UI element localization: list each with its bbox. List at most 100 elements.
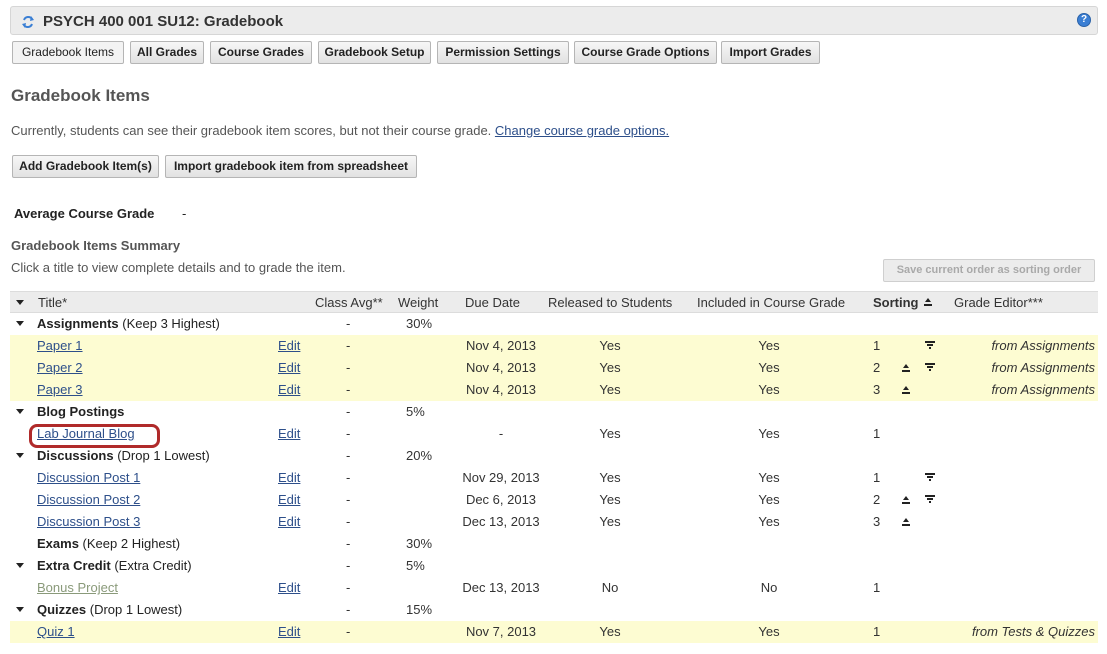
nav-course-grades-button[interactable]: Course Grades [210, 41, 312, 64]
category-label: Discussions (Drop 1 Lowest) [37, 448, 210, 463]
category-weight: 20% [406, 448, 433, 463]
category-class-avg: - [346, 536, 351, 551]
collapse-category-icon[interactable] [16, 321, 24, 326]
sort-ascending-icon[interactable] [923, 296, 933, 308]
item-title-link[interactable]: Paper 3 [37, 382, 83, 397]
item-due-date: Dec 13, 2013 [462, 580, 540, 595]
edit-item-link[interactable]: Edit [278, 338, 300, 353]
edit-item-link[interactable]: Edit [278, 492, 300, 507]
category-row: Assignments (Keep 3 Highest) - 30% [10, 313, 1098, 335]
change-course-grade-options-link[interactable]: Change course grade options. [495, 123, 669, 138]
gradebook-item-row: Paper 2 Edit - Nov 4, 2013 Yes Yes 2 from Assig… [10, 357, 1098, 379]
category-drop-rule: (Keep 2 Highest) [82, 536, 181, 551]
category-row: Exams (Keep 2 Highest) - 30% [10, 533, 1098, 555]
item-title: Paper 2 [37, 360, 83, 375]
col-sorting[interactable]: Sorting [873, 295, 919, 310]
category-label: Extra Credit (Extra Credit) [37, 558, 192, 573]
nav-permission-settings-button[interactable]: Permission Settings [437, 41, 569, 64]
edit-item-link[interactable]: Edit [278, 514, 300, 529]
move-down-icon[interactable] [925, 339, 935, 351]
nav-course-grade-options-button[interactable]: Course Grade Options [574, 41, 717, 64]
item-released: Yes [599, 338, 621, 353]
move-up-icon[interactable] [901, 361, 911, 373]
item-class-avg: - [346, 492, 351, 507]
move-down-icon[interactable] [925, 471, 935, 483]
category-label: Exams (Keep 2 Highest) [37, 536, 180, 551]
item-edit: Edit [278, 382, 300, 397]
collapse-category-icon[interactable] [16, 563, 24, 568]
item-title-link[interactable]: Paper 1 [37, 338, 83, 353]
item-class-avg: - [346, 580, 351, 595]
gradebook-item-row: Bonus Project Edit - Dec 13, 2013 No No 1 [10, 577, 1098, 599]
collapse-category-icon[interactable] [16, 409, 24, 414]
category-row: Discussions (Drop 1 Lowest) - 20% [10, 445, 1098, 467]
item-due-date: Dec 13, 2013 [462, 514, 540, 529]
item-released: No [601, 580, 619, 595]
item-due-date: Nov 7, 2013 [465, 624, 537, 639]
item-included: Yes [758, 382, 780, 397]
category-class-avg: - [346, 558, 351, 573]
move-up-icon[interactable] [901, 515, 911, 527]
item-title: Discussion Post 1 [37, 470, 140, 485]
nav-import-grades-button[interactable]: Import Grades [721, 41, 820, 64]
move-down-icon[interactable] [925, 361, 935, 373]
item-included: Yes [758, 514, 780, 529]
col-grade-editor[interactable]: Grade Editor*** [954, 295, 1043, 310]
category-name: Blog Postings [37, 404, 125, 419]
collapse-category-icon[interactable] [16, 453, 24, 458]
item-edit: Edit [278, 360, 300, 375]
col-released[interactable]: Released to Students [548, 295, 672, 310]
move-down-icon[interactable] [925, 493, 935, 505]
col-weight[interactable]: Weight [398, 295, 438, 310]
nav-gradebook-items-button[interactable]: Gradebook Items [12, 41, 124, 64]
item-title-link[interactable]: Bonus Project [37, 580, 118, 595]
import-from-spreadsheet-button[interactable]: Import gradebook item from spreadsheet [165, 155, 417, 178]
item-included: Yes [758, 338, 780, 353]
item-due-date: Nov 29, 2013 [462, 470, 540, 485]
col-included[interactable]: Included in Course Grade [697, 295, 845, 310]
add-gradebook-item-button[interactable]: Add Gradebook Item(s) [12, 155, 159, 178]
item-title-link[interactable]: Discussion Post 3 [37, 514, 140, 529]
edit-item-link[interactable]: Edit [278, 470, 300, 485]
gradebook-item-row: Discussion Post 3 Edit - Dec 13, 2013 Yes Yes… [10, 511, 1098, 533]
edit-item-link[interactable]: Edit [278, 624, 300, 639]
edit-item-link[interactable]: Edit [278, 360, 300, 375]
gradebook-item-row: Discussion Post 2 Edit - Dec 6, 2013 Yes Yes 2 [10, 489, 1098, 511]
item-class-avg: - [346, 470, 351, 485]
item-title: Paper 1 [37, 338, 83, 353]
item-title-link[interactable]: Discussion Post 2 [37, 492, 140, 507]
edit-item-link[interactable]: Edit [278, 580, 300, 595]
move-up-icon[interactable] [901, 383, 911, 395]
table-header: Title* Class Avg** Weight Due Date Relea… [10, 291, 1098, 313]
collapse-category-icon[interactable] [16, 607, 24, 612]
item-sort-order: 1 [873, 426, 881, 441]
item-class-avg: - [346, 382, 351, 397]
item-title-link[interactable]: Paper 2 [37, 360, 83, 375]
reset-icon[interactable] [21, 15, 35, 29]
item-title: Lab Journal Blog [37, 426, 135, 441]
edit-item-link[interactable]: Edit [278, 426, 300, 441]
item-sort-order: 1 [873, 624, 881, 639]
item-title-link[interactable]: Lab Journal Blog [37, 426, 135, 441]
average-course-grade-value: - [182, 206, 187, 221]
item-included: Yes [758, 492, 780, 507]
nav-gradebook-setup-button[interactable]: Gradebook Setup [318, 41, 431, 64]
col-class-avg[interactable]: Class Avg** [315, 295, 383, 310]
col-title[interactable]: Title* [38, 295, 67, 310]
item-due-date: Dec 6, 2013 [465, 492, 537, 507]
edit-item-link[interactable]: Edit [278, 382, 300, 397]
col-due-date[interactable]: Due Date [465, 295, 520, 310]
item-title-link[interactable]: Discussion Post 1 [37, 470, 140, 485]
collapse-all-icon[interactable] [16, 300, 24, 305]
category-row: Quizzes (Drop 1 Lowest) - 15% [10, 599, 1098, 621]
item-released: Yes [599, 360, 621, 375]
nav-all-grades-button[interactable]: All Grades [130, 41, 204, 64]
item-sort-order: 1 [873, 338, 881, 353]
save-sort-order-button[interactable]: Save current order as sorting order [883, 259, 1095, 282]
item-released: Yes [599, 624, 621, 639]
visibility-notice: Currently, students can see their gradeb… [11, 123, 669, 138]
item-included: Yes [758, 360, 780, 375]
help-icon[interactable]: ? [1077, 13, 1091, 27]
item-title-link[interactable]: Quiz 1 [37, 624, 75, 639]
move-up-icon[interactable] [901, 493, 911, 505]
